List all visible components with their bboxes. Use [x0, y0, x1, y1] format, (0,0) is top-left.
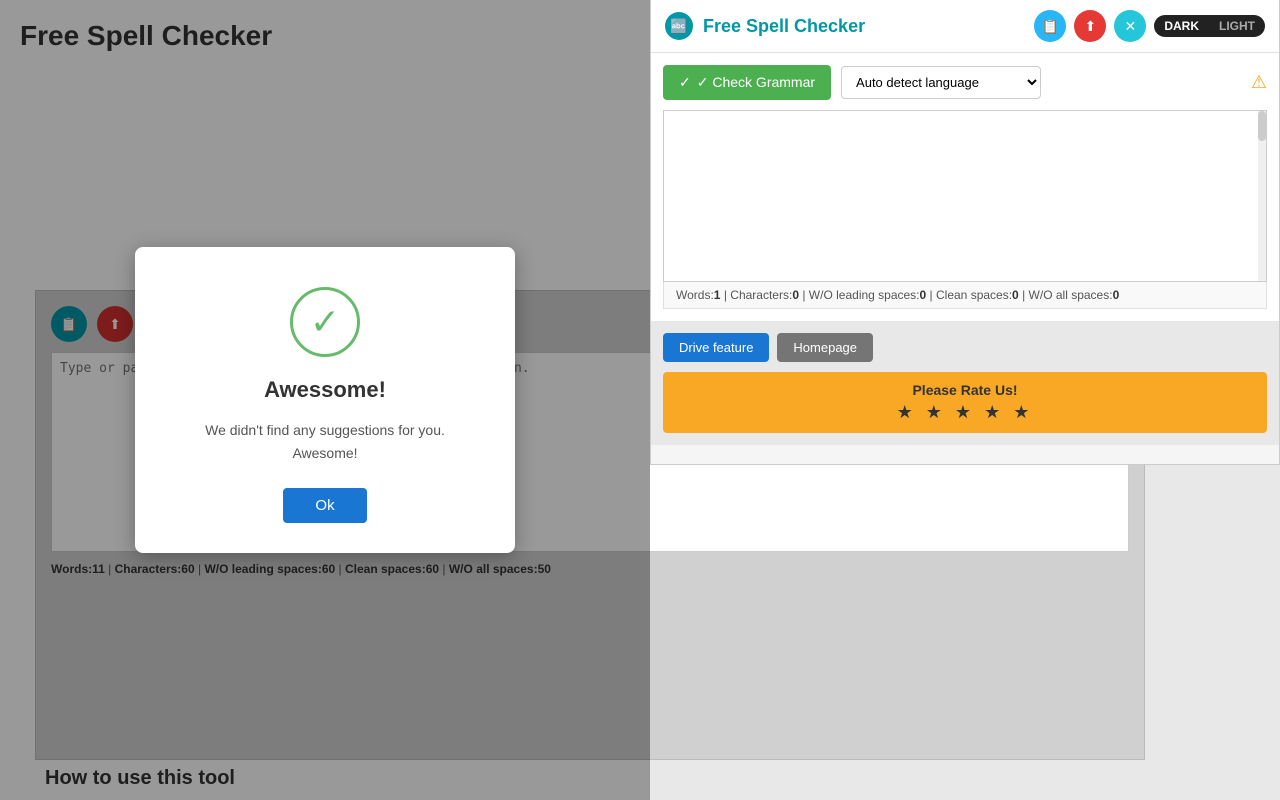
ext-stats: Words:1 | Characters:0 | W/O leading spa… — [663, 282, 1267, 309]
modal-message-line2: Awesome! — [292, 445, 357, 461]
logo-icon: 🔤 — [670, 18, 687, 35]
ext-clean-val: 0 — [1012, 288, 1019, 302]
rate-bar[interactable]: Please Rate Us! ★ ★ ★ ★ ★ — [663, 372, 1267, 433]
modal-check-icon: ✓ — [310, 301, 340, 343]
ext-copy-btn[interactable]: 📋 — [1034, 10, 1066, 42]
ext-bottom-buttons: Drive feature Homepage — [663, 333, 1267, 362]
check-icon: ✓ — [679, 74, 691, 91]
drive-feature-btn[interactable]: Drive feature — [663, 333, 769, 362]
close-icon: ✕ — [1124, 18, 1136, 35]
ext-upload-btn[interactable]: ⬆ — [1074, 10, 1106, 42]
ext-words-label: Words: — [676, 288, 714, 302]
modal-overlay: ✓ Awessome! We didn't find any suggestio… — [0, 0, 650, 800]
warning-icon: ⚠ — [1251, 72, 1267, 93]
modal-message: We didn't find any suggestions for you. … — [165, 419, 485, 464]
modal-ok-btn[interactable]: Ok — [283, 488, 366, 523]
modal-box: ✓ Awessome! We didn't find any suggestio… — [135, 247, 515, 553]
ext-clean-label: Clean spaces: — [936, 288, 1012, 302]
ext-words-val: 1 — [714, 288, 721, 302]
ext-textarea[interactable] — [664, 111, 1266, 276]
extension-panel: 🔤 Free Spell Checker 📋 ⬆ ✕ DARK LIGHT ✓ … — [650, 0, 1280, 465]
rate-stars: ★ ★ ★ ★ ★ — [673, 402, 1257, 423]
dark-light-toggle[interactable]: DARK LIGHT — [1154, 15, 1265, 37]
ext-header: 🔤 Free Spell Checker 📋 ⬆ ✕ DARK LIGHT — [651, 0, 1279, 53]
ext-wo-all-val: 0 — [1113, 288, 1120, 302]
ext-toolbar: ✓ ✓ Check Grammar Auto detect language E… — [663, 65, 1267, 100]
check-grammar-btn[interactable]: ✓ ✓ Check Grammar — [663, 65, 831, 100]
ext-scroll-thumb — [1258, 111, 1266, 141]
ext-wo-leading-label: W/O leading spaces: — [809, 288, 920, 302]
rate-title: Please Rate Us! — [673, 382, 1257, 398]
ext-title: Free Spell Checker — [703, 16, 1024, 37]
ext-scrollbar[interactable] — [1258, 111, 1266, 281]
light-label: LIGHT — [1209, 15, 1265, 37]
homepage-btn[interactable]: Homepage — [777, 333, 873, 362]
ext-body: ✓ ✓ Check Grammar Auto detect language E… — [651, 53, 1279, 321]
upload-icon: ⬆ — [1084, 18, 1096, 35]
copy-icon: 📋 — [1042, 18, 1059, 35]
ext-wo-all-label: W/O all spaces: — [1029, 288, 1113, 302]
ext-chars-label: Characters: — [730, 288, 792, 302]
ext-close-btn[interactable]: ✕ — [1114, 10, 1146, 42]
ext-header-buttons: 📋 ⬆ ✕ DARK LIGHT — [1034, 10, 1265, 42]
check-grammar-label: ✓ Check Grammar — [697, 74, 815, 91]
dark-label: DARK — [1154, 15, 1209, 37]
ext-textarea-wrap — [663, 110, 1267, 282]
modal-message-line1: We didn't find any suggestions for you. — [205, 422, 445, 438]
modal-title: Awessome! — [165, 377, 485, 403]
ext-logo: 🔤 — [665, 12, 693, 40]
language-select[interactable]: Auto detect language English Spanish Fre… — [841, 66, 1041, 99]
modal-check-circle: ✓ — [290, 287, 360, 357]
ext-wo-leading-val: 0 — [920, 288, 927, 302]
ext-chars-val: 0 — [792, 288, 799, 302]
ext-bottom: Drive feature Homepage Please Rate Us! ★… — [651, 321, 1279, 445]
